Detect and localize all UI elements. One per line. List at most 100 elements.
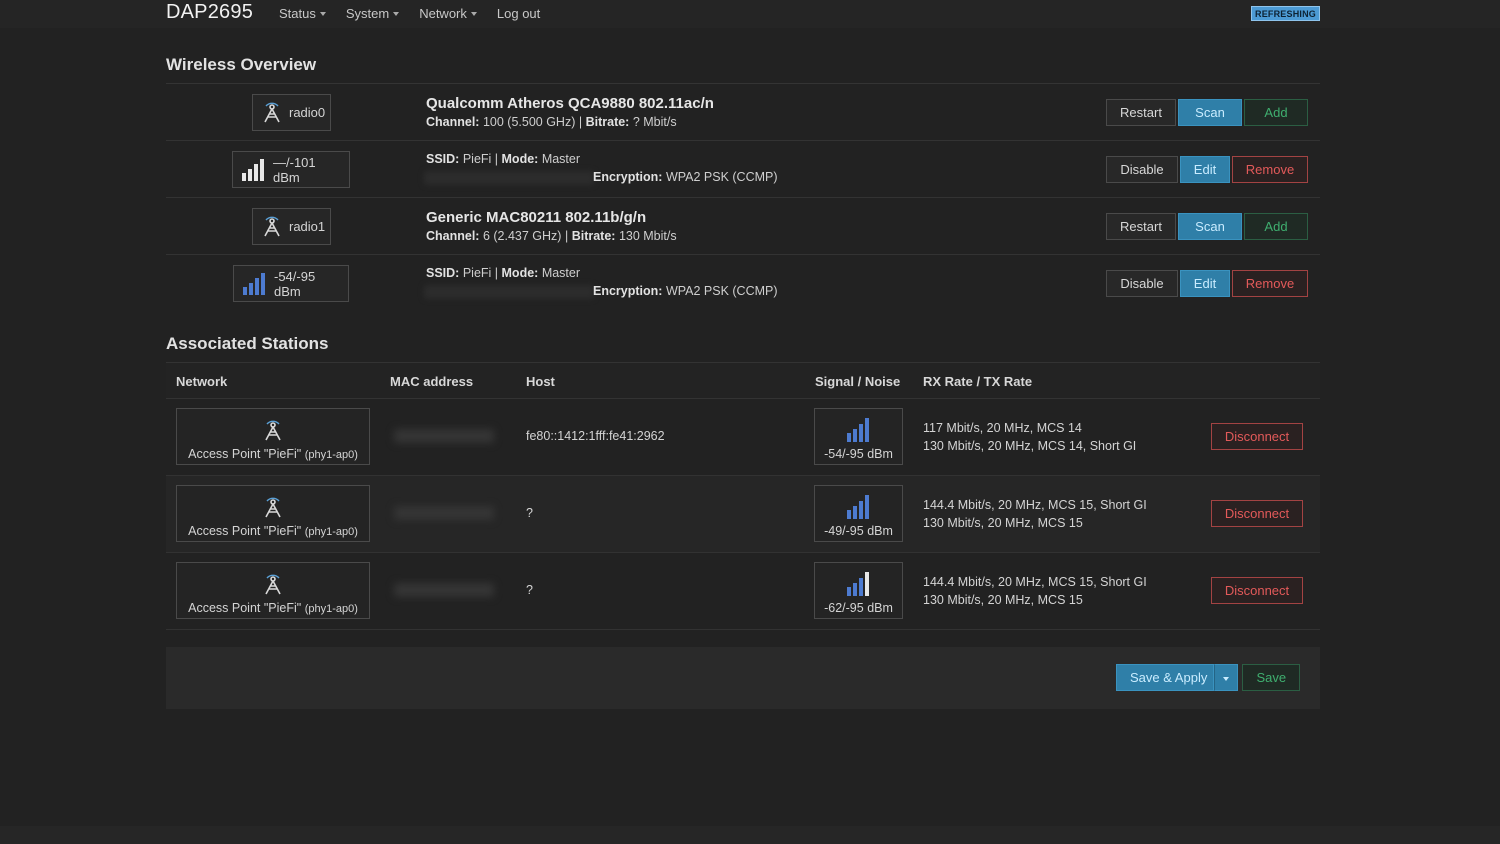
ssid-label: SSID: [426, 152, 460, 166]
top-navbar: DAP2695 Status System Network Log out RE… [0, 0, 1500, 28]
save-apply-button[interactable]: Save & Apply [1116, 664, 1215, 691]
stations-table: Network MAC address Host Signal / Noise … [166, 362, 1320, 630]
network-row: —/-101 dBm SSID: PieFi | Mode: Master En… [166, 140, 1320, 197]
station-host: ? [526, 506, 533, 520]
station-network-badge: Access Point "PieFi" (phy1-ap0) [176, 485, 370, 542]
ap-name: Access Point "PieFi" [188, 601, 302, 615]
radio-badge: radio0 [252, 94, 331, 131]
nav-network-label: Network [419, 6, 467, 21]
save-button[interactable]: Save [1242, 664, 1301, 691]
nav-status[interactable]: Status [279, 6, 326, 21]
radio-badge: radio1 [252, 208, 331, 245]
rx-rate: 117 Mbit/s, 20 MHz, MCS 14 [923, 421, 1082, 435]
bitrate-label: Bitrate: [571, 229, 616, 243]
station-rates: 144.4 Mbit/s, 20 MHz, MCS 15, Short GI 1… [923, 496, 1147, 532]
disconnect-button[interactable]: Disconnect [1211, 423, 1303, 450]
ap-iface: (phy1-ap0) [304, 526, 358, 538]
tx-rate: 130 Mbit/s, 20 MHz, MCS 14, Short GI [923, 439, 1137, 453]
station-signal-badge: -49/-95 dBm [814, 485, 903, 542]
scan-button[interactable]: Scan [1178, 99, 1242, 126]
restart-button[interactable]: Restart [1106, 99, 1176, 126]
channel-label: Channel: [426, 115, 480, 129]
signal-badge-label: —/-101 dBm [273, 154, 316, 185]
encryption-value: WPA2 PSK (CCMP) [665, 284, 778, 298]
station-host: ? [526, 583, 533, 597]
radio-badge-label: radio1 [289, 219, 326, 234]
add-button[interactable]: Add [1244, 99, 1308, 126]
col-mac: MAC address [390, 374, 474, 389]
station-signal-value: -54/-95 dBm [824, 447, 893, 461]
radio-title: Qualcomm Atheros QCA9880 802.11ac/n [426, 95, 714, 112]
station-row: Access Point "PieFi" (phy1-ap0) fe80::14… [166, 399, 1320, 476]
caret-down-icon [393, 11, 400, 16]
disable-button[interactable]: Disable [1106, 156, 1178, 183]
ap-name: Access Point "PieFi" [188, 524, 302, 538]
encryption-label: Encryption: [593, 284, 663, 298]
network-ssid-line: SSID: PieFi | Mode: Master [426, 152, 581, 166]
disconnect-button[interactable]: Disconnect [1211, 500, 1303, 527]
station-network-label: Access Point "PieFi" (phy1-ap0) [177, 447, 369, 461]
signal-badge: -54/-95 dBm [233, 265, 349, 302]
network-encryption: Encryption: WPA2 PSK (CCMP) [593, 170, 778, 184]
network-row: -54/-95 dBm SSID: PieFi | Mode: Master E… [166, 254, 1320, 311]
add-button[interactable]: Add [1244, 213, 1308, 240]
disable-button[interactable]: Disable [1106, 270, 1178, 297]
antenna-icon [262, 497, 284, 522]
radio-row: radio1 Generic MAC80211 802.11b/g/n Chan… [166, 197, 1320, 254]
caret-down-icon [319, 11, 326, 16]
network-actions: Disable Edit Remove [1106, 270, 1308, 297]
tx-rate: 130 Mbit/s, 20 MHz, MCS 15 [923, 593, 1083, 607]
redacted-mac [394, 506, 494, 520]
antenna-icon [261, 216, 283, 238]
bitrate-value: 130 Mbit/s [618, 229, 677, 243]
edit-button[interactable]: Edit [1180, 270, 1230, 297]
save-apply-dropdown-toggle[interactable] [1214, 664, 1239, 691]
wireless-overview-title: Wireless Overview [166, 55, 317, 74]
caret-down-icon [1223, 676, 1230, 681]
ap-iface: (phy1-ap0) [304, 603, 358, 615]
station-signal-value: -49/-95 dBm [824, 524, 893, 538]
nav-system-label: System [345, 6, 390, 21]
col-network: Network [176, 374, 228, 389]
encryption-value: WPA2 PSK (CCMP) [665, 170, 778, 184]
scan-button[interactable]: Scan [1178, 213, 1242, 240]
signal-badge-label: -54/-95 dBm [274, 268, 316, 299]
redacted-bssid [424, 285, 594, 299]
main-nav: Status System Network Log out [279, 6, 560, 21]
ap-name: Access Point "PieFi" [188, 447, 302, 461]
edit-button[interactable]: Edit [1180, 156, 1230, 183]
brand-title[interactable]: DAP2695 [166, 1, 253, 24]
channel-label: Channel: [426, 229, 480, 243]
station-rates: 144.4 Mbit/s, 20 MHz, MCS 15, Short GI 1… [923, 573, 1147, 609]
station-signal-badge: -54/-95 dBm [814, 408, 903, 465]
station-rates: 117 Mbit/s, 20 MHz, MCS 14 130 Mbit/s, 2… [923, 419, 1136, 455]
col-rate: RX Rate / TX Rate [923, 374, 1033, 389]
restart-button[interactable]: Restart [1106, 213, 1176, 240]
ssid-label: SSID: [426, 266, 460, 280]
remove-button[interactable]: Remove [1232, 270, 1308, 297]
nav-logout[interactable]: Log out [497, 6, 540, 21]
radio-actions: Restart Scan Add [1106, 213, 1308, 240]
radio-title: Generic MAC80211 802.11b/g/n [426, 209, 647, 226]
col-host: Host [526, 374, 555, 389]
redacted-mac [394, 429, 494, 443]
nav-system[interactable]: System [345, 6, 400, 21]
stations-table-header: Network MAC address Host Signal / Noise … [166, 362, 1320, 399]
network-actions: Disable Edit Remove [1106, 156, 1308, 183]
associated-stations-title: Associated Stations [166, 334, 329, 353]
radio-details: Channel: 6 (2.437 GHz) | Bitrate: 130 Mb… [426, 229, 677, 243]
mode-value: Master [541, 266, 581, 280]
save-actions: Save & Apply Save [1116, 664, 1301, 691]
wireless-overview-table: radio0 Qualcomm Atheros QCA9880 802.11ac… [166, 83, 1320, 311]
radio-actions: Restart Scan Add [1106, 99, 1308, 126]
nav-network[interactable]: Network [419, 6, 477, 21]
ssid-value: PieFi [462, 152, 492, 166]
station-network-badge: Access Point "PieFi" (phy1-ap0) [176, 408, 370, 465]
radio-badge-label: radio0 [289, 105, 326, 120]
disconnect-button[interactable]: Disconnect [1211, 577, 1303, 604]
remove-button[interactable]: Remove [1232, 156, 1308, 183]
ap-iface: (phy1-ap0) [304, 449, 358, 461]
col-signal: Signal / Noise [815, 374, 901, 389]
refreshing-badge[interactable]: REFRESHING [1251, 6, 1321, 21]
station-row: Access Point "PieFi" (phy1-ap0) ? -49/-9… [166, 476, 1320, 553]
